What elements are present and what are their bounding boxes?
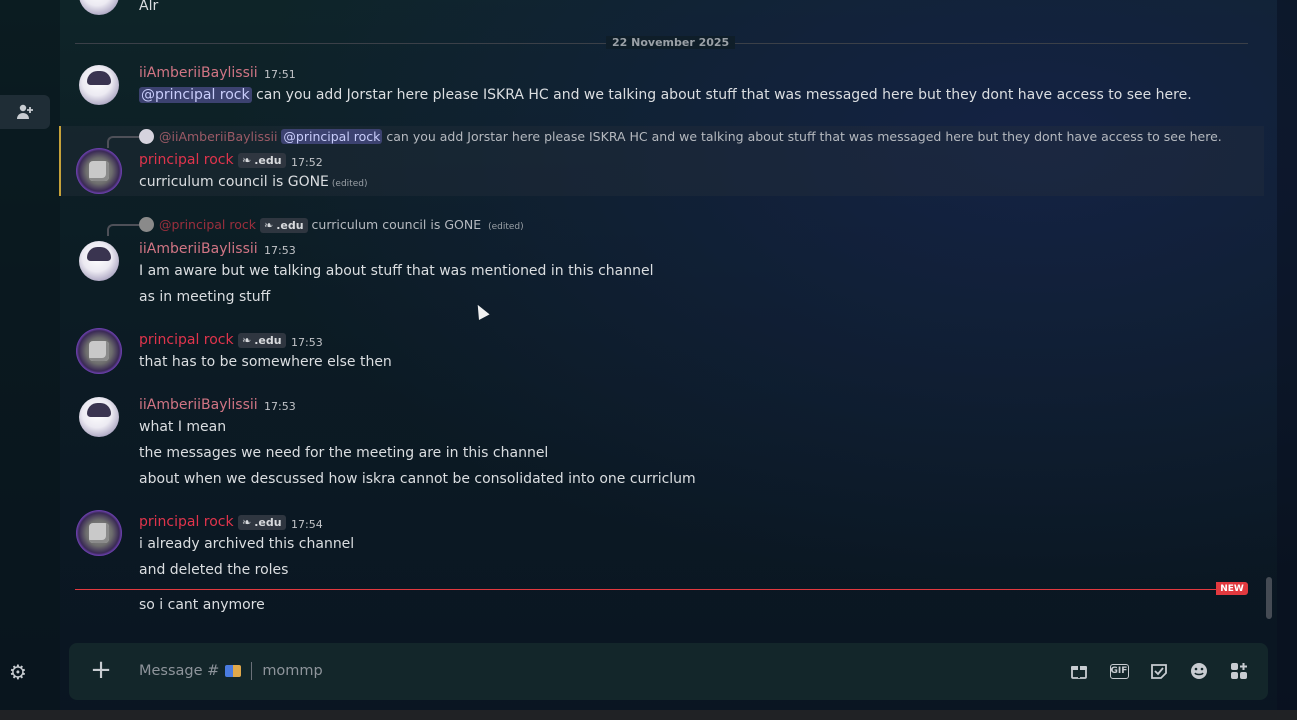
user-mention: @principal rock xyxy=(281,129,383,144)
new-messages-badge: NEW xyxy=(1216,582,1248,595)
message-line: about when we descussed how iskra cannot… xyxy=(139,471,696,487)
server-rail: ⚙ xyxy=(0,0,60,710)
reply-connector xyxy=(107,224,139,236)
separator xyxy=(251,662,253,680)
date-divider-label: 22 November 2025 xyxy=(606,36,736,49)
emoji-button[interactable] xyxy=(1189,661,1209,681)
timestamp: 17:54 xyxy=(291,518,323,531)
server-tag[interactable]: ❧ .edu xyxy=(238,515,286,530)
message-text: Alr xyxy=(139,0,159,14)
avatar[interactable] xyxy=(76,148,122,194)
message-text: curriculum council is GONE (edited) xyxy=(139,174,368,190)
username[interactable]: iiAmberiiBaylissii xyxy=(139,65,258,81)
apps-button[interactable] xyxy=(1229,661,1249,681)
reply-text: can you add Jorstar here please ISKRA HC… xyxy=(386,129,1222,144)
server-tag: ❧ .edu xyxy=(259,218,308,233)
timestamp: 17:51 xyxy=(264,68,296,81)
gift-icon xyxy=(1071,666,1087,679)
plus-icon: + xyxy=(90,655,112,685)
input-placeholder: Message # xyxy=(139,663,220,679)
leaf-icon: ❧ xyxy=(242,334,252,347)
message-line: that has to be somewhere else then xyxy=(139,354,392,370)
settings-button[interactable]: ⚙ xyxy=(6,660,30,684)
os-taskbar xyxy=(0,710,1297,720)
username[interactable]: principal rock xyxy=(139,514,234,530)
leaf-icon: ❧ xyxy=(242,154,252,167)
scrollbar-thumb[interactable] xyxy=(1266,577,1272,619)
reply-avatar xyxy=(139,217,154,232)
avatar[interactable] xyxy=(76,328,122,374)
attach-button[interactable]: + xyxy=(87,657,115,685)
edited-marker: (edited) xyxy=(488,222,524,232)
reply-username: @iiAmberiiBaylissii xyxy=(159,129,278,144)
username[interactable]: iiAmberiiBaylissii xyxy=(139,241,258,257)
leaf-icon: ❧ xyxy=(263,219,274,232)
message-line: what I mean xyxy=(139,419,227,435)
add-member-button[interactable] xyxy=(0,95,50,129)
message-line: as in meeting stuff xyxy=(139,289,271,305)
message-input[interactable]: Message # mommp xyxy=(139,659,839,683)
username[interactable]: principal rock xyxy=(139,332,234,348)
reply-username: @principal rock xyxy=(159,217,256,232)
channel-emoji-icon xyxy=(225,665,242,677)
user-mention[interactable]: @principal rock xyxy=(139,87,252,103)
server-tag[interactable]: ❧ .edu xyxy=(238,153,286,168)
mouse-cursor-icon xyxy=(472,302,490,320)
timestamp: 17:53 xyxy=(264,244,296,257)
message-line: so i cant anymore xyxy=(139,597,265,613)
reply-avatar xyxy=(139,129,154,144)
add-member-icon xyxy=(17,104,33,119)
reply-connector xyxy=(107,136,139,148)
leaf-icon: ❧ xyxy=(242,516,252,529)
avatar[interactable] xyxy=(79,397,119,437)
message-line: i already archived this channel xyxy=(139,536,355,552)
message-text: @principal rock can you add Jorstar here… xyxy=(139,87,1192,103)
gift-button[interactable] xyxy=(1069,661,1089,681)
message-line: and deleted the roles xyxy=(139,562,289,578)
sticker-icon xyxy=(1151,664,1167,679)
sticker-button[interactable] xyxy=(1149,661,1169,681)
reply-text: curriculum council is GONE xyxy=(311,217,482,232)
server-tag[interactable]: ❧ .edu xyxy=(238,333,286,348)
channel-name: mommp xyxy=(262,663,323,679)
message-composer: + Message # mommp GIF xyxy=(69,643,1268,700)
member-list-edge xyxy=(1277,0,1297,710)
gif-icon: GIF xyxy=(1109,663,1129,679)
emoji-icon xyxy=(1191,663,1207,679)
avatar[interactable] xyxy=(79,241,119,281)
username[interactable]: iiAmberiiBaylissii xyxy=(139,397,258,413)
timestamp: 17:53 xyxy=(291,336,323,349)
username[interactable]: principal rock xyxy=(139,152,234,168)
message-line: can you add Jorstar here please ISKRA HC… xyxy=(256,87,1192,103)
reply-preview[interactable]: @iiAmberiiBaylissii @principal rock can … xyxy=(159,129,1222,144)
reply-preview[interactable]: @principal rock ❧ .edu curriculum council… xyxy=(159,217,524,233)
message-line: the messages we need for the meeting are… xyxy=(139,445,549,461)
avatar[interactable] xyxy=(79,65,119,105)
gear-icon: ⚙ xyxy=(9,660,27,684)
avatar[interactable] xyxy=(79,0,119,15)
edited-marker: (edited) xyxy=(331,179,368,189)
apps-icon xyxy=(1231,663,1247,679)
avatar[interactable] xyxy=(76,510,122,556)
new-messages-divider xyxy=(75,589,1217,590)
gif-button[interactable]: GIF xyxy=(1109,661,1129,681)
timestamp: 17:53 xyxy=(264,400,296,413)
message-line: I am aware but we talking about stuff th… xyxy=(139,263,654,279)
timestamp: 17:52 xyxy=(291,156,323,169)
